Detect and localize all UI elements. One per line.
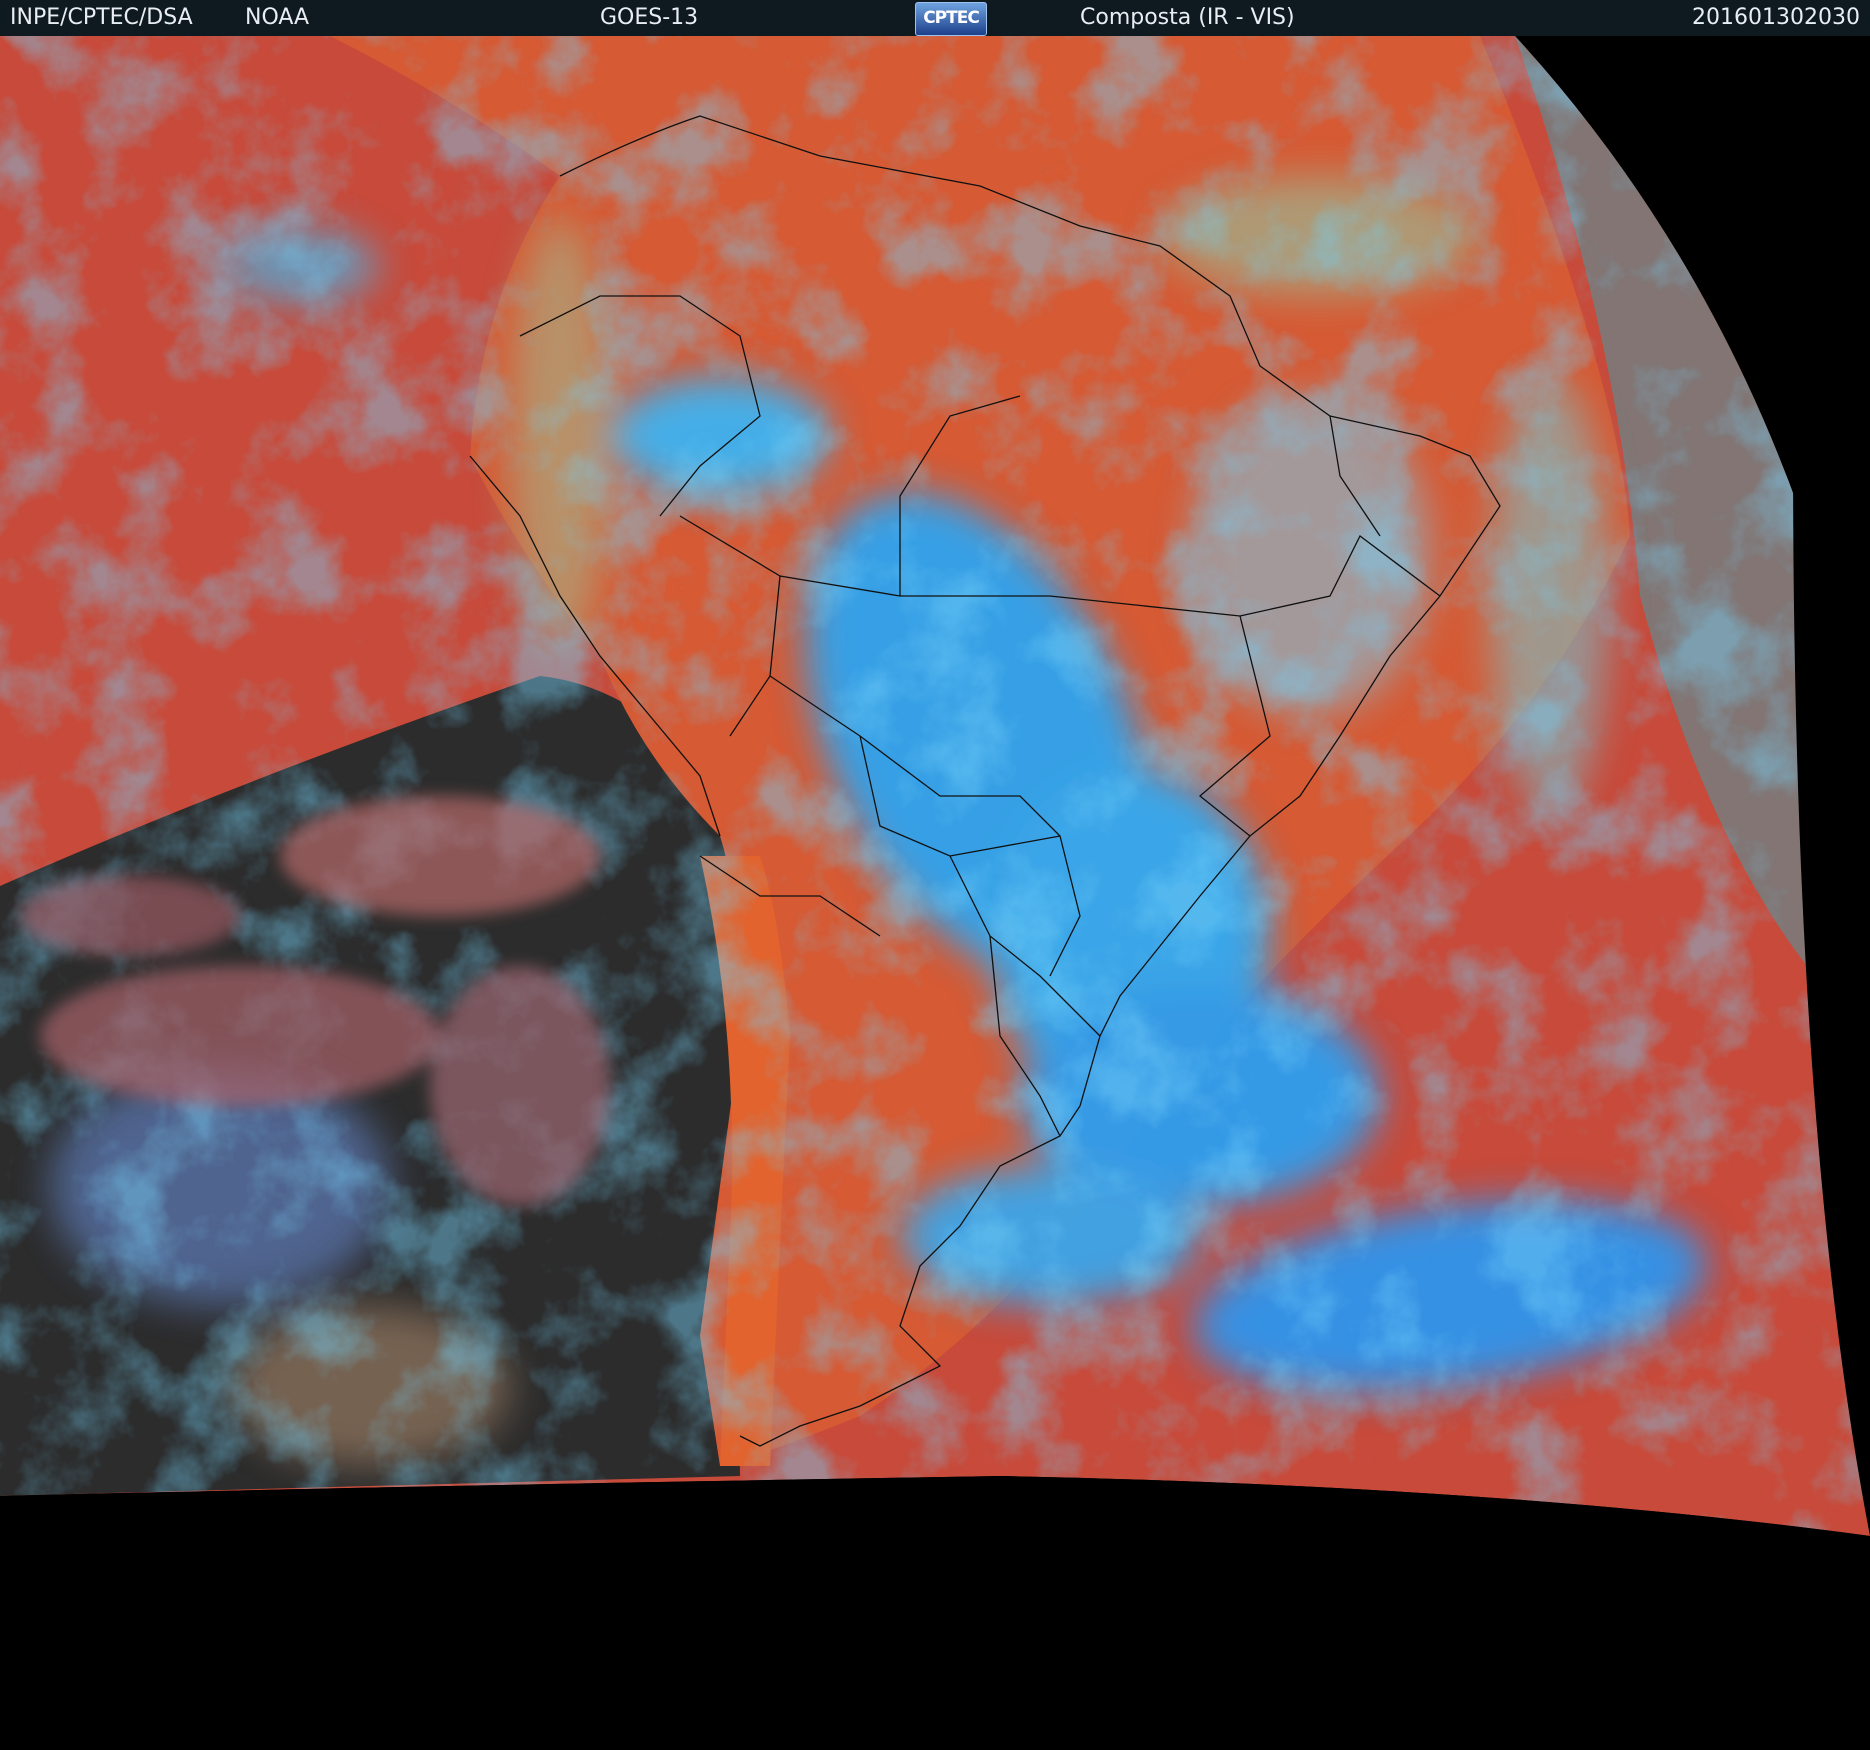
institution-label: INPE/CPTEC/DSA: [10, 5, 193, 30]
cptec-logo: CPTEC: [915, 2, 987, 36]
space-bottom: [0, 1476, 1870, 1750]
image-header: INPE/CPTEC/DSA NOAA GOES-13 CPTEC Compos…: [0, 0, 1870, 36]
satellite-image: [0, 36, 1870, 1750]
logo-text: CPTEC: [923, 8, 980, 28]
timestamp-label: 201601302030: [1692, 5, 1860, 30]
satellite-label: GOES-13: [600, 5, 699, 30]
agency-label: NOAA: [245, 5, 310, 30]
product-label: Composta (IR - VIS): [1080, 5, 1295, 30]
satellite-composite-map: [0, 36, 1870, 1750]
